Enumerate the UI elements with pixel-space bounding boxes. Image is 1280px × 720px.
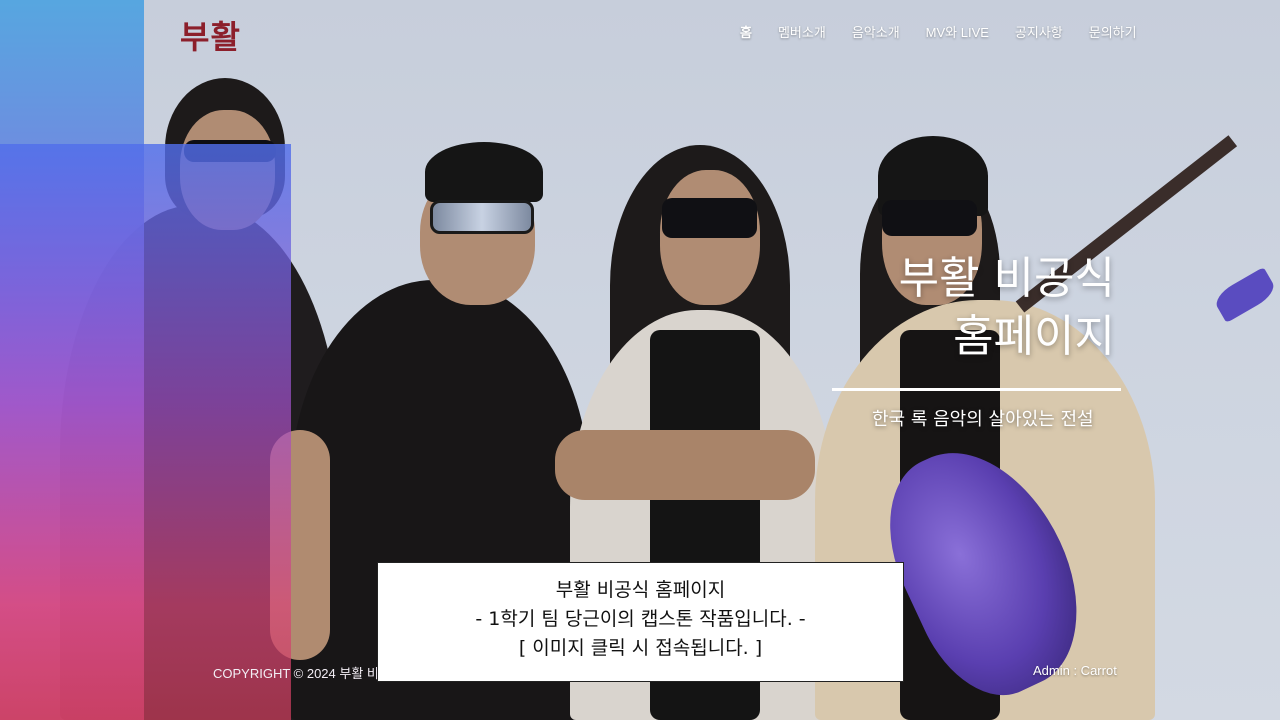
nav-item-members[interactable]: 멤버소개 (778, 22, 826, 41)
site-logo[interactable]: 부활 (180, 12, 241, 58)
hero-title-line2: 홈페이지 (953, 311, 1115, 362)
hero-subtitle: 한국 록 음악의 살아있는 전설 (872, 409, 1094, 430)
nav-item-mv-live[interactable]: MV와 LIVE (926, 22, 989, 41)
copyright-text: COPYRIGHT © 2024 부활 비 (213, 666, 379, 681)
gradient-panel-overlay (0, 144, 291, 720)
main-nav: 홈 멤버소개 음악소개 MV와 LIVE 공지사항 문의하기 (740, 22, 1137, 41)
nav-item-notice[interactable]: 공지사항 (1015, 22, 1063, 41)
hero-title-line1: 부활 비공식 (898, 253, 1115, 304)
popup-description: - 1학기 팀 당근이의 캡스톤 작품입니다. - (475, 608, 806, 630)
nav-item-home[interactable]: 홈 (740, 22, 752, 41)
caption-popup[interactable]: 부활 비공식 홈페이지 - 1학기 팀 당근이의 캡스톤 작품입니다. - [ … (377, 562, 904, 682)
popup-title: 부활 비공식 홈페이지 (555, 579, 726, 601)
nav-item-contact[interactable]: 문의하기 (1089, 22, 1137, 41)
nav-item-music[interactable]: 음악소개 (852, 22, 900, 41)
popup-instruction: [ 이미지 클릭 시 접속됩니다. ] (518, 637, 763, 659)
hero-divider (832, 388, 1121, 391)
hero-title: 부활 비공식 홈페이지 (899, 250, 1115, 366)
guitar-headstock (1211, 267, 1279, 323)
admin-credit: Admin : Carrot (1033, 663, 1117, 678)
